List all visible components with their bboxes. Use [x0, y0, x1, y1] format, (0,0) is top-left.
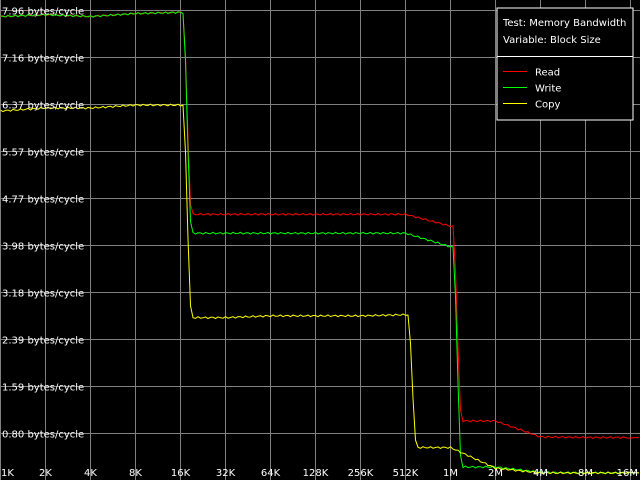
x-tick-label: 4K: [84, 468, 97, 479]
y-tick-label: 6.37 bytes/cycle: [2, 101, 84, 112]
x-tick-label: 1K: [1, 468, 14, 479]
y-tick-label: 4.77 bytes/cycle: [2, 195, 84, 206]
legend-variable-label: Variable: Block Size: [503, 35, 601, 46]
y-tick-label: 2.39 bytes/cycle: [2, 336, 84, 347]
y-tick-label: 5.57 bytes/cycle: [2, 148, 84, 159]
legend-entry-label: Read: [535, 68, 560, 79]
legend-test-label: Test: Memory Bandwidth: [502, 18, 626, 29]
x-tick-label: 2K: [39, 468, 52, 479]
x-tick-label: 256K: [348, 468, 374, 479]
x-tick-label: 128K: [303, 468, 329, 479]
y-tick-label: 0.80 bytes/cycle: [2, 430, 84, 441]
y-tick-label: 7.16 bytes/cycle: [2, 54, 84, 65]
x-axis-labels: 1K 2K 4K 8K 16K 32K 64K 128K 256K 512K 1M 2M 4M 8M 16M: [1, 468, 638, 479]
x-tick-label: 2M: [488, 468, 503, 479]
legend-entry-label: Write: [535, 84, 561, 95]
y-tick-label: 7.96 bytes/cycle: [2, 7, 84, 18]
x-tick-label: 16M: [617, 468, 638, 479]
y-tick-label: 1.59 bytes/cycle: [2, 383, 84, 394]
y-tick-label: 3.18 bytes/cycle: [2, 289, 84, 300]
y-tick-label: 3.98 bytes/cycle: [2, 242, 84, 253]
x-tick-label: 1M: [443, 468, 458, 479]
x-tick-label: 4M: [533, 468, 548, 479]
x-tick-label: 16K: [171, 468, 191, 479]
bandwidth-chart: 0.80 bytes/cycle 1.59 bytes/cycle 2.39 byt…: [0, 0, 640, 480]
x-tick-label: 8K: [129, 468, 142, 479]
x-tick-label: 512K: [393, 468, 419, 479]
x-tick-label: 32K: [216, 468, 236, 479]
x-tick-label: 8M: [578, 468, 593, 479]
x-tick-label: 64K: [261, 468, 281, 479]
legend: Test: Memory Bandwidth Variable: Block S…: [496, 7, 634, 121]
legend-entry-label: Copy: [535, 100, 560, 111]
